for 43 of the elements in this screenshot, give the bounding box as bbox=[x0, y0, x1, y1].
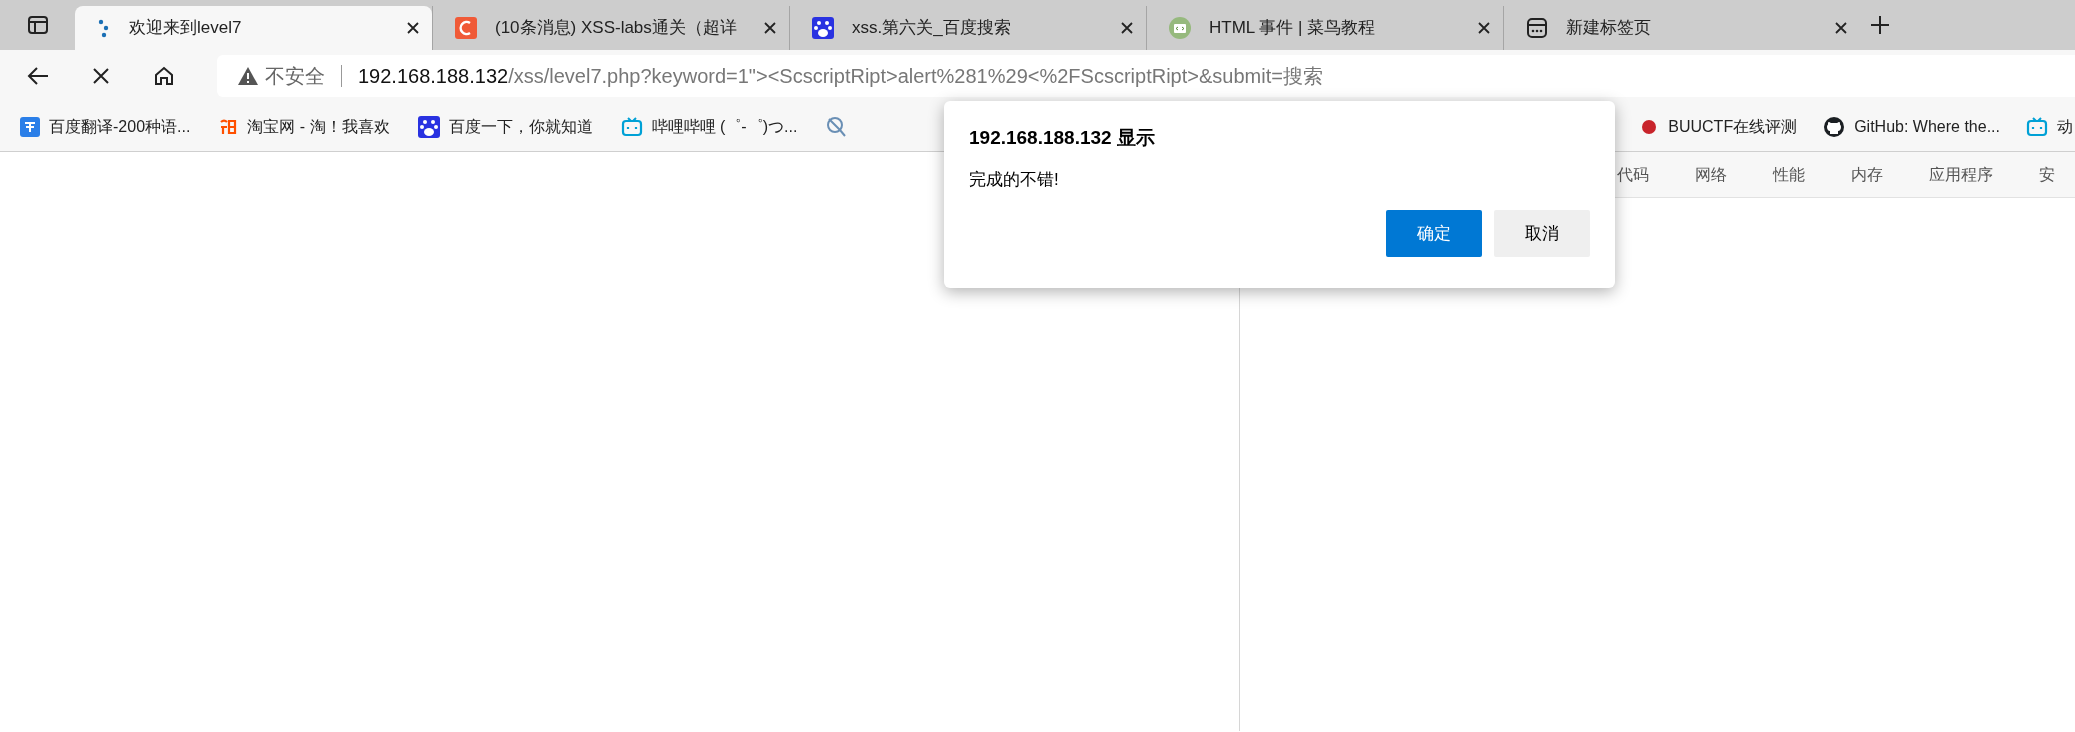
home-icon[interactable] bbox=[153, 66, 175, 86]
new-tab-page-icon bbox=[1526, 17, 1548, 39]
bookmark-link[interactable]: 百度翻译-200种语... bbox=[49, 114, 191, 139]
bookmark-link[interactable]: 淘宝网 - 淘！我喜欢 bbox=[247, 114, 390, 139]
back-icon[interactable] bbox=[27, 66, 49, 86]
devtools-tab[interactable]: 代码 bbox=[1617, 162, 1649, 187]
address-field[interactable]: 不安全 192.168.188.132/xss/level7.php?keyword=1"><ScscriptRipt>alert%281%29<%2FScscriptRipt>&submit=搜索 bbox=[217, 55, 2075, 97]
close-icon[interactable] bbox=[1477, 21, 1491, 35]
cat-logo-icon bbox=[1823, 115, 1846, 138]
cancel-button[interactable]: 取消 bbox=[1494, 210, 1590, 257]
bookmark-link[interactable]: 动 bbox=[2057, 114, 2073, 139]
tv-icon bbox=[620, 116, 643, 137]
dialog-message: 完成的不错! bbox=[969, 168, 1060, 191]
magnifier-icon[interactable] bbox=[825, 115, 848, 138]
dialog-title: 192.168.188.132 显示 bbox=[969, 126, 1156, 150]
translate-icon bbox=[20, 116, 40, 137]
devtools-tab[interactable]: 性能 bbox=[1773, 162, 1805, 187]
tv-icon bbox=[2026, 116, 2048, 137]
devtools-tab[interactable]: 安 bbox=[2039, 162, 2055, 187]
close-icon[interactable] bbox=[1120, 21, 1134, 35]
devtools-tab[interactable]: 应用程序 bbox=[1929, 162, 1993, 187]
bookmark-link[interactable]: 百度一下，你就知道 bbox=[448, 114, 593, 139]
c-logo-icon bbox=[455, 17, 477, 39]
close-icon[interactable] bbox=[406, 21, 420, 35]
new-tab-icon[interactable] bbox=[1870, 15, 1890, 35]
tab-actions-icon[interactable] bbox=[26, 15, 49, 35]
warning-icon[interactable] bbox=[237, 66, 259, 86]
bookmark-link[interactable]: 哔哩哔哩 (゜-゜)つ... bbox=[651, 114, 798, 139]
paw-icon bbox=[417, 115, 440, 138]
dots-icon bbox=[97, 18, 111, 38]
close-icon[interactable] bbox=[763, 21, 777, 35]
url-text: 192.168.188.132/xss/level7.php?keyword=1"><ScscriptRipt>alert%281%29<%2FScscriptRipt>&submit=搜索 bbox=[358, 64, 1323, 89]
ok-button[interactable]: 确定 bbox=[1386, 210, 1482, 257]
stop-icon[interactable] bbox=[92, 67, 110, 85]
devtools-tab[interactable]: 内存 bbox=[1851, 162, 1883, 187]
bookmark-link[interactable]: BUUCTF在线评测 bbox=[1668, 114, 1798, 139]
code-badge-icon bbox=[1169, 17, 1191, 39]
paw-icon bbox=[812, 17, 834, 39]
devtools-tab[interactable]: 网络 bbox=[1695, 162, 1727, 187]
close-icon[interactable] bbox=[1834, 21, 1848, 35]
browser-tab[interactable]: 欢迎来到level7 bbox=[75, 6, 432, 50]
security-label: 不安全 bbox=[265, 64, 325, 89]
bookmark-link[interactable]: GitHub: Where the... bbox=[1854, 114, 2000, 139]
